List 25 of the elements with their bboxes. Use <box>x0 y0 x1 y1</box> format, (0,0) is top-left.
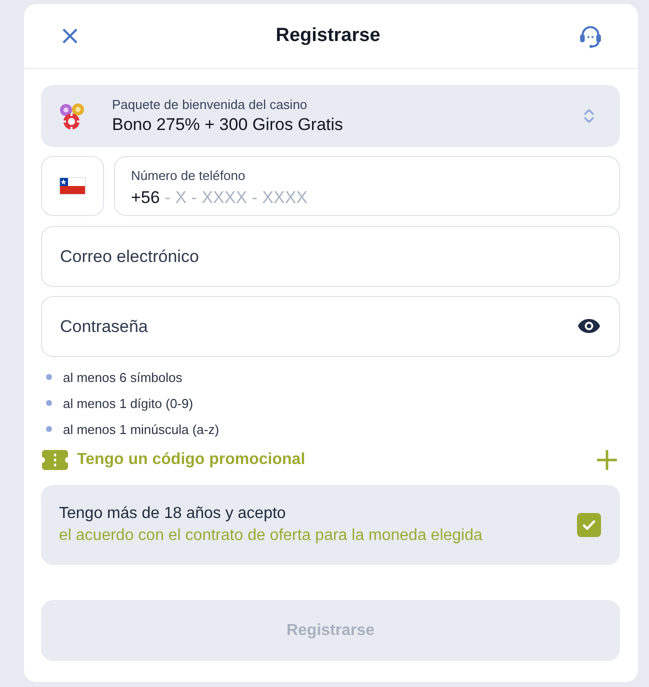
ticket-icon <box>42 450 68 470</box>
phone-field[interactable]: Número de teléfono +56 - X - XXXX - XXXX <box>114 156 620 216</box>
terms-checkbox[interactable] <box>577 513 601 537</box>
password-field[interactable]: Contraseña <box>41 296 620 357</box>
headset-icon[interactable] <box>578 24 603 48</box>
bullet-icon <box>46 426 52 432</box>
eye-icon[interactable] <box>577 318 601 334</box>
bullet-icon <box>46 374 52 380</box>
plus-icon[interactable] <box>597 450 617 470</box>
terms-link[interactable]: el acuerdo con el contrato de oferta para la moneda elegida <box>59 527 482 544</box>
country-select[interactable] <box>41 156 104 216</box>
bonus-select[interactable]: Paquete de bienvenida del casino Bono 275% + 300 Giros Gratis <box>41 85 620 147</box>
casino-chips-icon <box>59 102 85 130</box>
phone-number-input[interactable]: - X - XXXX - XXXX <box>164 187 603 209</box>
bullet-icon <box>46 400 52 406</box>
page-title: Registrarse <box>276 25 380 47</box>
chile-flag-icon <box>59 177 86 195</box>
password-rule: al menos 1 dígito (0-9) <box>63 396 194 410</box>
promo-code-button[interactable]: Tengo un código promocional <box>41 450 306 470</box>
chevron-up-down-icon <box>583 107 595 125</box>
email-field[interactable]: Correo electrónico <box>41 226 620 287</box>
terms-text: Tengo más de 18 años y acepto el acuerdo con el contrato de oferta para la moneda elegida <box>59 504 484 546</box>
close-icon[interactable] <box>62 28 78 44</box>
password-rule: al menos 6 símbolos <box>63 370 182 384</box>
password-rule: al menos 1 minúscula (a-z) <box>63 422 220 436</box>
